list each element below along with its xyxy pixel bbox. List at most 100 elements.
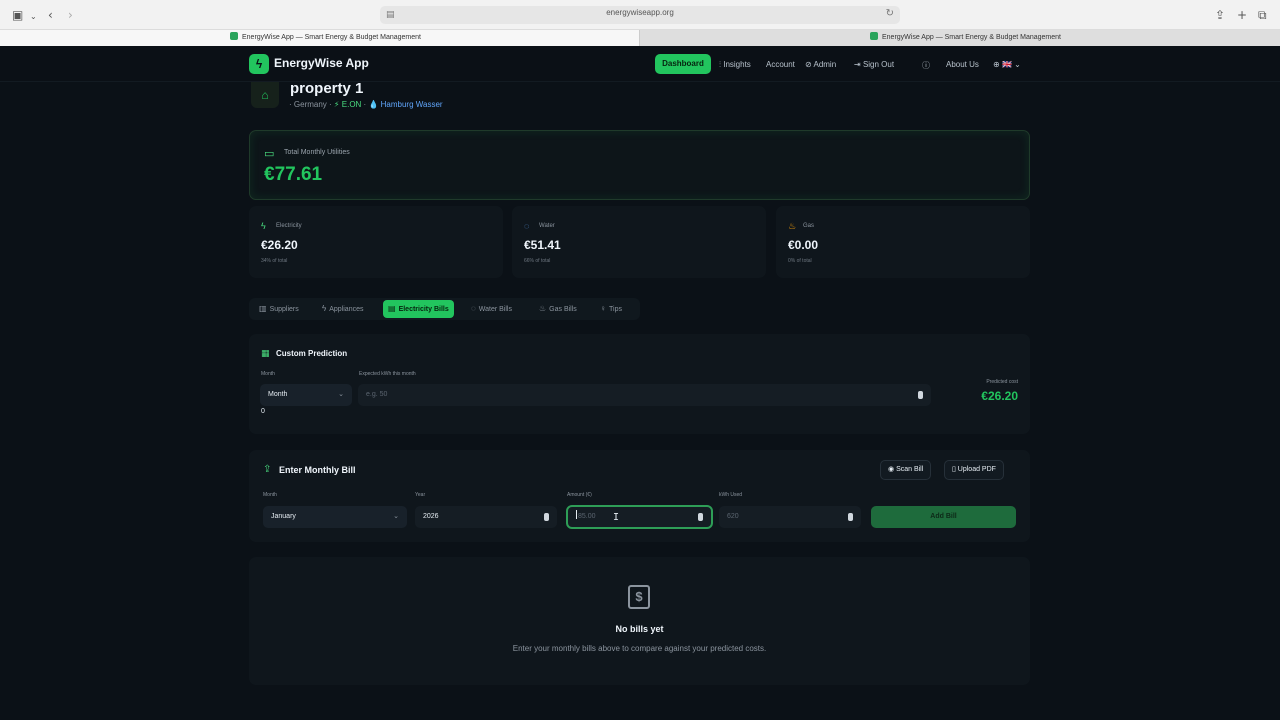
- add-bill-button[interactable]: Add Bill: [871, 506, 1016, 528]
- building-icon: ▥: [259, 304, 267, 313]
- year-value: 2026: [423, 513, 439, 520]
- kwh-placeholder: 620: [727, 513, 739, 520]
- stat-label: Water: [539, 223, 555, 229]
- stepper-icon[interactable]: [544, 513, 549, 521]
- bolt-logo-icon[interactable]: ϟ: [249, 54, 269, 74]
- logout-icon: ⇥: [854, 60, 863, 69]
- bill-month-label: Month: [263, 492, 277, 498]
- stepper-icon[interactable]: [698, 513, 703, 521]
- tab-suppliers[interactable]: ▥ Suppliers: [254, 300, 304, 318]
- brand-name[interactable]: EnergyWise App: [274, 56, 369, 70]
- prediction-title: Custom Prediction: [276, 349, 348, 358]
- flag-icon: 🇬🇧: [1001, 60, 1012, 69]
- tab-title: EnergyWise App — Smart Energy & Budget M…: [242, 34, 421, 41]
- nav-admin-label: Admin: [813, 60, 837, 69]
- info-icon[interactable]: ⓘ: [922, 60, 930, 71]
- nav-signout-link[interactable]: ⇥ Sign Out: [854, 60, 894, 69]
- prediction-zero: 0: [261, 408, 265, 415]
- address-bar[interactable]: ▤ energywiseapp.org ↻: [380, 6, 900, 24]
- receipt-icon: ▤: [388, 304, 396, 313]
- browser-tab-2[interactable]: EnergyWise App — Smart Energy & Budget M…: [639, 30, 1280, 46]
- scan-bill-button[interactable]: ◉ Scan Bill: [880, 460, 932, 480]
- tab-water-bills[interactable]: ◌ Water Bills: [466, 300, 517, 318]
- flame-icon: ♨: [539, 304, 547, 313]
- prediction-month-select[interactable]: Month ⌄: [260, 384, 352, 406]
- kwh-label: Expected kWh this month: [359, 371, 416, 377]
- bill-year-input[interactable]: 2026: [415, 506, 557, 528]
- app-navbar: ϟ EnergyWise App Dashboard ⫶ Insights Ac…: [0, 46, 1280, 82]
- water-stat-card: ◌ Water €51.41 66% of total: [512, 206, 766, 278]
- globe-icon: ⊕: [993, 60, 1002, 69]
- nav-dashboard-button[interactable]: Dashboard: [655, 54, 711, 74]
- empty-description: Enter your monthly bills above to compar…: [512, 644, 767, 653]
- browser-tab-1[interactable]: EnergyWise App — Smart Energy & Budget M…: [0, 30, 639, 46]
- tab-electricity-bills[interactable]: ▤ Electricity Bills: [383, 300, 454, 318]
- wallet-icon: ▭: [264, 148, 275, 160]
- stat-value: €26.20: [261, 238, 298, 252]
- total-utilities-card: ▭ Total Monthly Utilities €77.61: [249, 130, 1030, 200]
- tab-gas-bills[interactable]: ♨ Gas Bills: [534, 300, 582, 318]
- tab-tips[interactable]: ♀ Tips: [595, 300, 627, 318]
- stat-share: 0% of total: [788, 258, 812, 264]
- predicted-cost-label: Predicted cost: [986, 379, 1018, 385]
- upload-label: Upload PDF: [957, 466, 996, 473]
- expected-kwh-input[interactable]: e.g. 50: [358, 384, 931, 406]
- nav-admin-link[interactable]: ⊘ Admin: [805, 60, 836, 69]
- back-icon[interactable]: ‹: [48, 7, 53, 23]
- stepper-icon[interactable]: [848, 513, 853, 521]
- nav-insights-link[interactable]: ⫶ Insights: [719, 60, 751, 70]
- bill-kwh-label: kWh Used: [719, 492, 743, 498]
- text-caret: [576, 510, 577, 519]
- tab-label: Gas Bills: [549, 306, 577, 313]
- tab-overview-icon[interactable]: ⧉: [1258, 7, 1267, 23]
- flame-icon: ♨: [788, 221, 797, 231]
- selected-month: Month: [268, 391, 288, 398]
- chevron-down-icon[interactable]: ⌄: [30, 9, 37, 25]
- chevron-down-icon: ⌄: [338, 391, 344, 398]
- stat-value: €0.00: [788, 238, 819, 252]
- reload-icon[interactable]: ↻: [886, 8, 894, 19]
- upload-pdf-button[interactable]: ▯ Upload PDF: [944, 460, 1004, 480]
- water-supplier: Hamburg Wasser: [380, 100, 443, 109]
- stepper-icon[interactable]: [918, 391, 923, 399]
- total-value: €77.61: [264, 164, 323, 185]
- nav-account-link[interactable]: Account: [766, 60, 795, 69]
- bill-kwh-input[interactable]: 620: [719, 506, 861, 528]
- custom-prediction-panel: ▦ Custom Prediction Month Expected kWh t…: [249, 334, 1030, 434]
- nav-about-link[interactable]: About Us: [946, 60, 979, 69]
- sidebar-toggle-icon[interactable]: ▣: [12, 7, 23, 23]
- scan-label: Scan Bill: [896, 466, 924, 473]
- tab-label: Appliances: [329, 306, 364, 313]
- gas-stat-card: ♨ Gas €0.00 0% of total: [776, 206, 1030, 278]
- predicted-cost-value: €26.20: [981, 389, 1018, 403]
- forward-icon[interactable]: ›: [68, 7, 73, 23]
- water-drop-icon: 💧: [368, 100, 379, 109]
- electricity-supplier: E.ON: [341, 100, 362, 109]
- camera-icon: ◉: [888, 466, 897, 473]
- dollar-receipt-icon: $: [628, 585, 650, 609]
- home-icon: ⌂: [251, 82, 279, 108]
- tab-appliances[interactable]: ϟ Appliances: [317, 300, 368, 318]
- stat-label: Gas: [803, 223, 815, 229]
- bolt-icon: ϟ: [261, 221, 266, 231]
- property-subtitle: · Germany · ⚡ E.ON · 💧 Hamburg Wasser: [289, 100, 443, 109]
- chevron-down-icon: ⌄: [1011, 60, 1021, 69]
- tab-label: Suppliers: [269, 306, 299, 313]
- new-tab-icon[interactable]: +: [1237, 7, 1247, 23]
- bills-empty-state: $ No bills yet Enter your monthly bills …: [249, 557, 1030, 685]
- calculator-icon: ▦: [261, 348, 270, 358]
- bill-amount-label: Amount (€): [567, 492, 592, 498]
- share-icon[interactable]: ⇪: [1215, 7, 1225, 23]
- lightbulb-icon: ♀: [600, 304, 606, 313]
- amount-placeholder: 85.00: [578, 513, 596, 520]
- ibeam-cursor-icon: I: [613, 512, 620, 523]
- nav-signout-label: Sign Out: [862, 60, 895, 69]
- property-country: Germany: [293, 100, 327, 109]
- bill-month-select[interactable]: January ⌄: [263, 506, 407, 528]
- bill-title: Enter Monthly Bill: [279, 465, 356, 475]
- bolt-icon: ⚡: [333, 100, 340, 109]
- tab-label: Electricity Bills: [398, 306, 449, 313]
- bill-amount-input[interactable]: 85.00: [566, 505, 713, 529]
- language-selector[interactable]: ⊕ 🇬🇧 ⌄: [993, 60, 1021, 69]
- stat-value: €51.41: [524, 238, 561, 252]
